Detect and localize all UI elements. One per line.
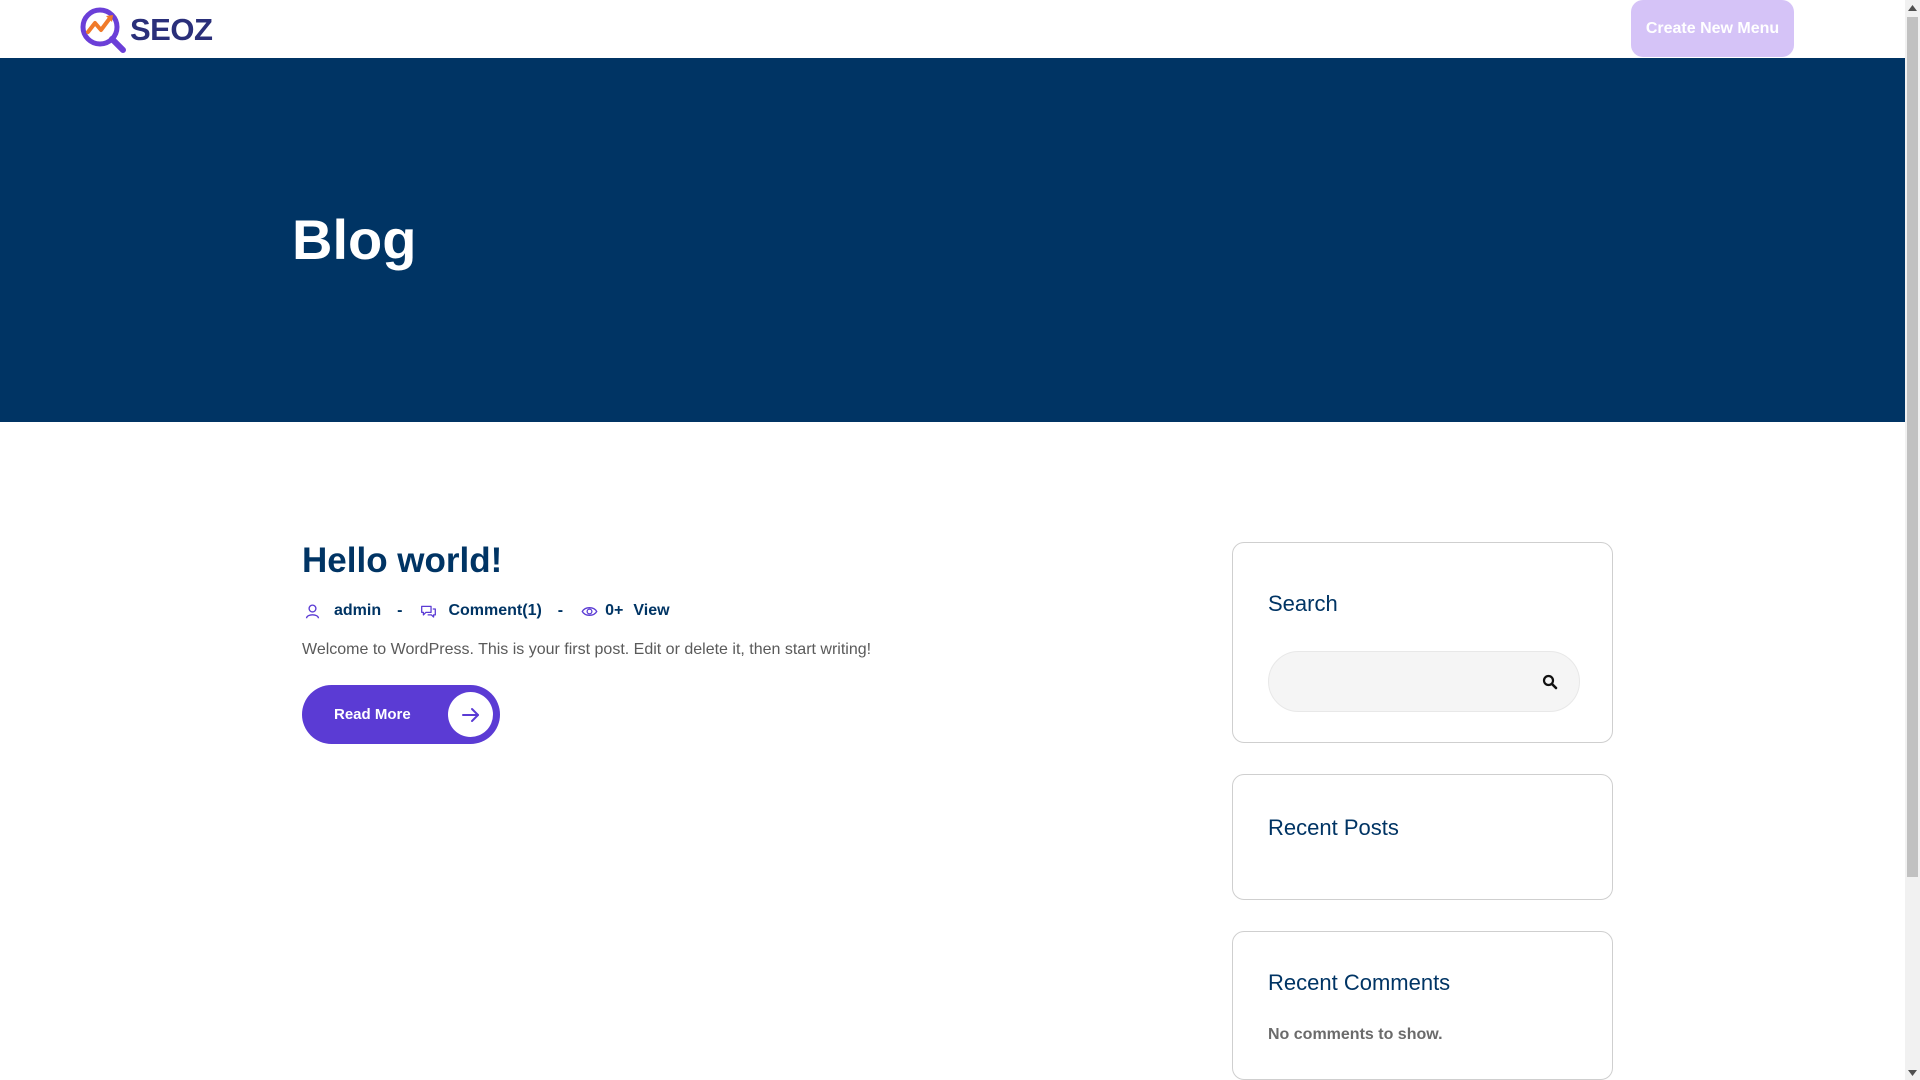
read-more-button[interactable]: Read More bbox=[302, 685, 500, 744]
page-title: Blog bbox=[292, 208, 417, 271]
post-comments-link[interactable]: Comment(1) bbox=[448, 602, 541, 620]
search-widget-title: Search bbox=[1268, 591, 1338, 616]
page-banner: Blog bbox=[0, 58, 1905, 422]
recent-comments-title: Recent Comments bbox=[1268, 970, 1451, 995]
logo-text: SEOZ bbox=[130, 12, 213, 47]
scroll-up-arrow-icon[interactable] bbox=[1905, 0, 1920, 15]
read-more-label: Read More bbox=[334, 706, 411, 723]
search-input[interactable] bbox=[1291, 652, 1531, 711]
seoz-logo-icon bbox=[80, 7, 126, 53]
post-excerpt: Welcome to WordPress. This is your first… bbox=[302, 641, 872, 658]
scrollbar-thumb[interactable] bbox=[1907, 17, 1918, 877]
recent-posts-title: Recent Posts bbox=[1268, 815, 1399, 840]
post-views-count: 0+ bbox=[605, 602, 624, 619]
recent-posts-widget: Recent Posts bbox=[1232, 774, 1613, 900]
recent-comments-widget: Recent Comments No comments to show. bbox=[1232, 931, 1613, 1080]
arrow-right-icon bbox=[448, 692, 493, 737]
eye-icon bbox=[579, 601, 599, 621]
meta-separator: - bbox=[397, 602, 403, 619]
user-icon bbox=[302, 601, 322, 621]
comments-icon bbox=[418, 601, 438, 621]
post-meta: admin - Comment(1) - 0+ View bbox=[302, 600, 670, 622]
meta-separator: - bbox=[557, 602, 564, 619]
page: SEOZ Create New Menu Blog Hello world! a… bbox=[0, 0, 1920, 1080]
search-widget: Search bbox=[1232, 542, 1613, 743]
no-comments-text: No comments to show. bbox=[1268, 1026, 1443, 1043]
site-header: SEOZ Create New Menu bbox=[0, 0, 1905, 58]
post-title-link[interactable]: Hello world! bbox=[302, 538, 502, 584]
search-icon[interactable] bbox=[1539, 671, 1561, 693]
site-logo[interactable]: SEOZ bbox=[79, 6, 219, 54]
post-views-label: View bbox=[633, 602, 670, 619]
scroll-down-arrow-icon[interactable] bbox=[1905, 1065, 1920, 1080]
search-box bbox=[1268, 651, 1580, 712]
post-author-link[interactable]: admin bbox=[334, 602, 381, 620]
create-new-menu-button[interactable]: Create New Menu bbox=[1631, 0, 1794, 57]
page-scrollbar[interactable] bbox=[1905, 0, 1920, 1080]
